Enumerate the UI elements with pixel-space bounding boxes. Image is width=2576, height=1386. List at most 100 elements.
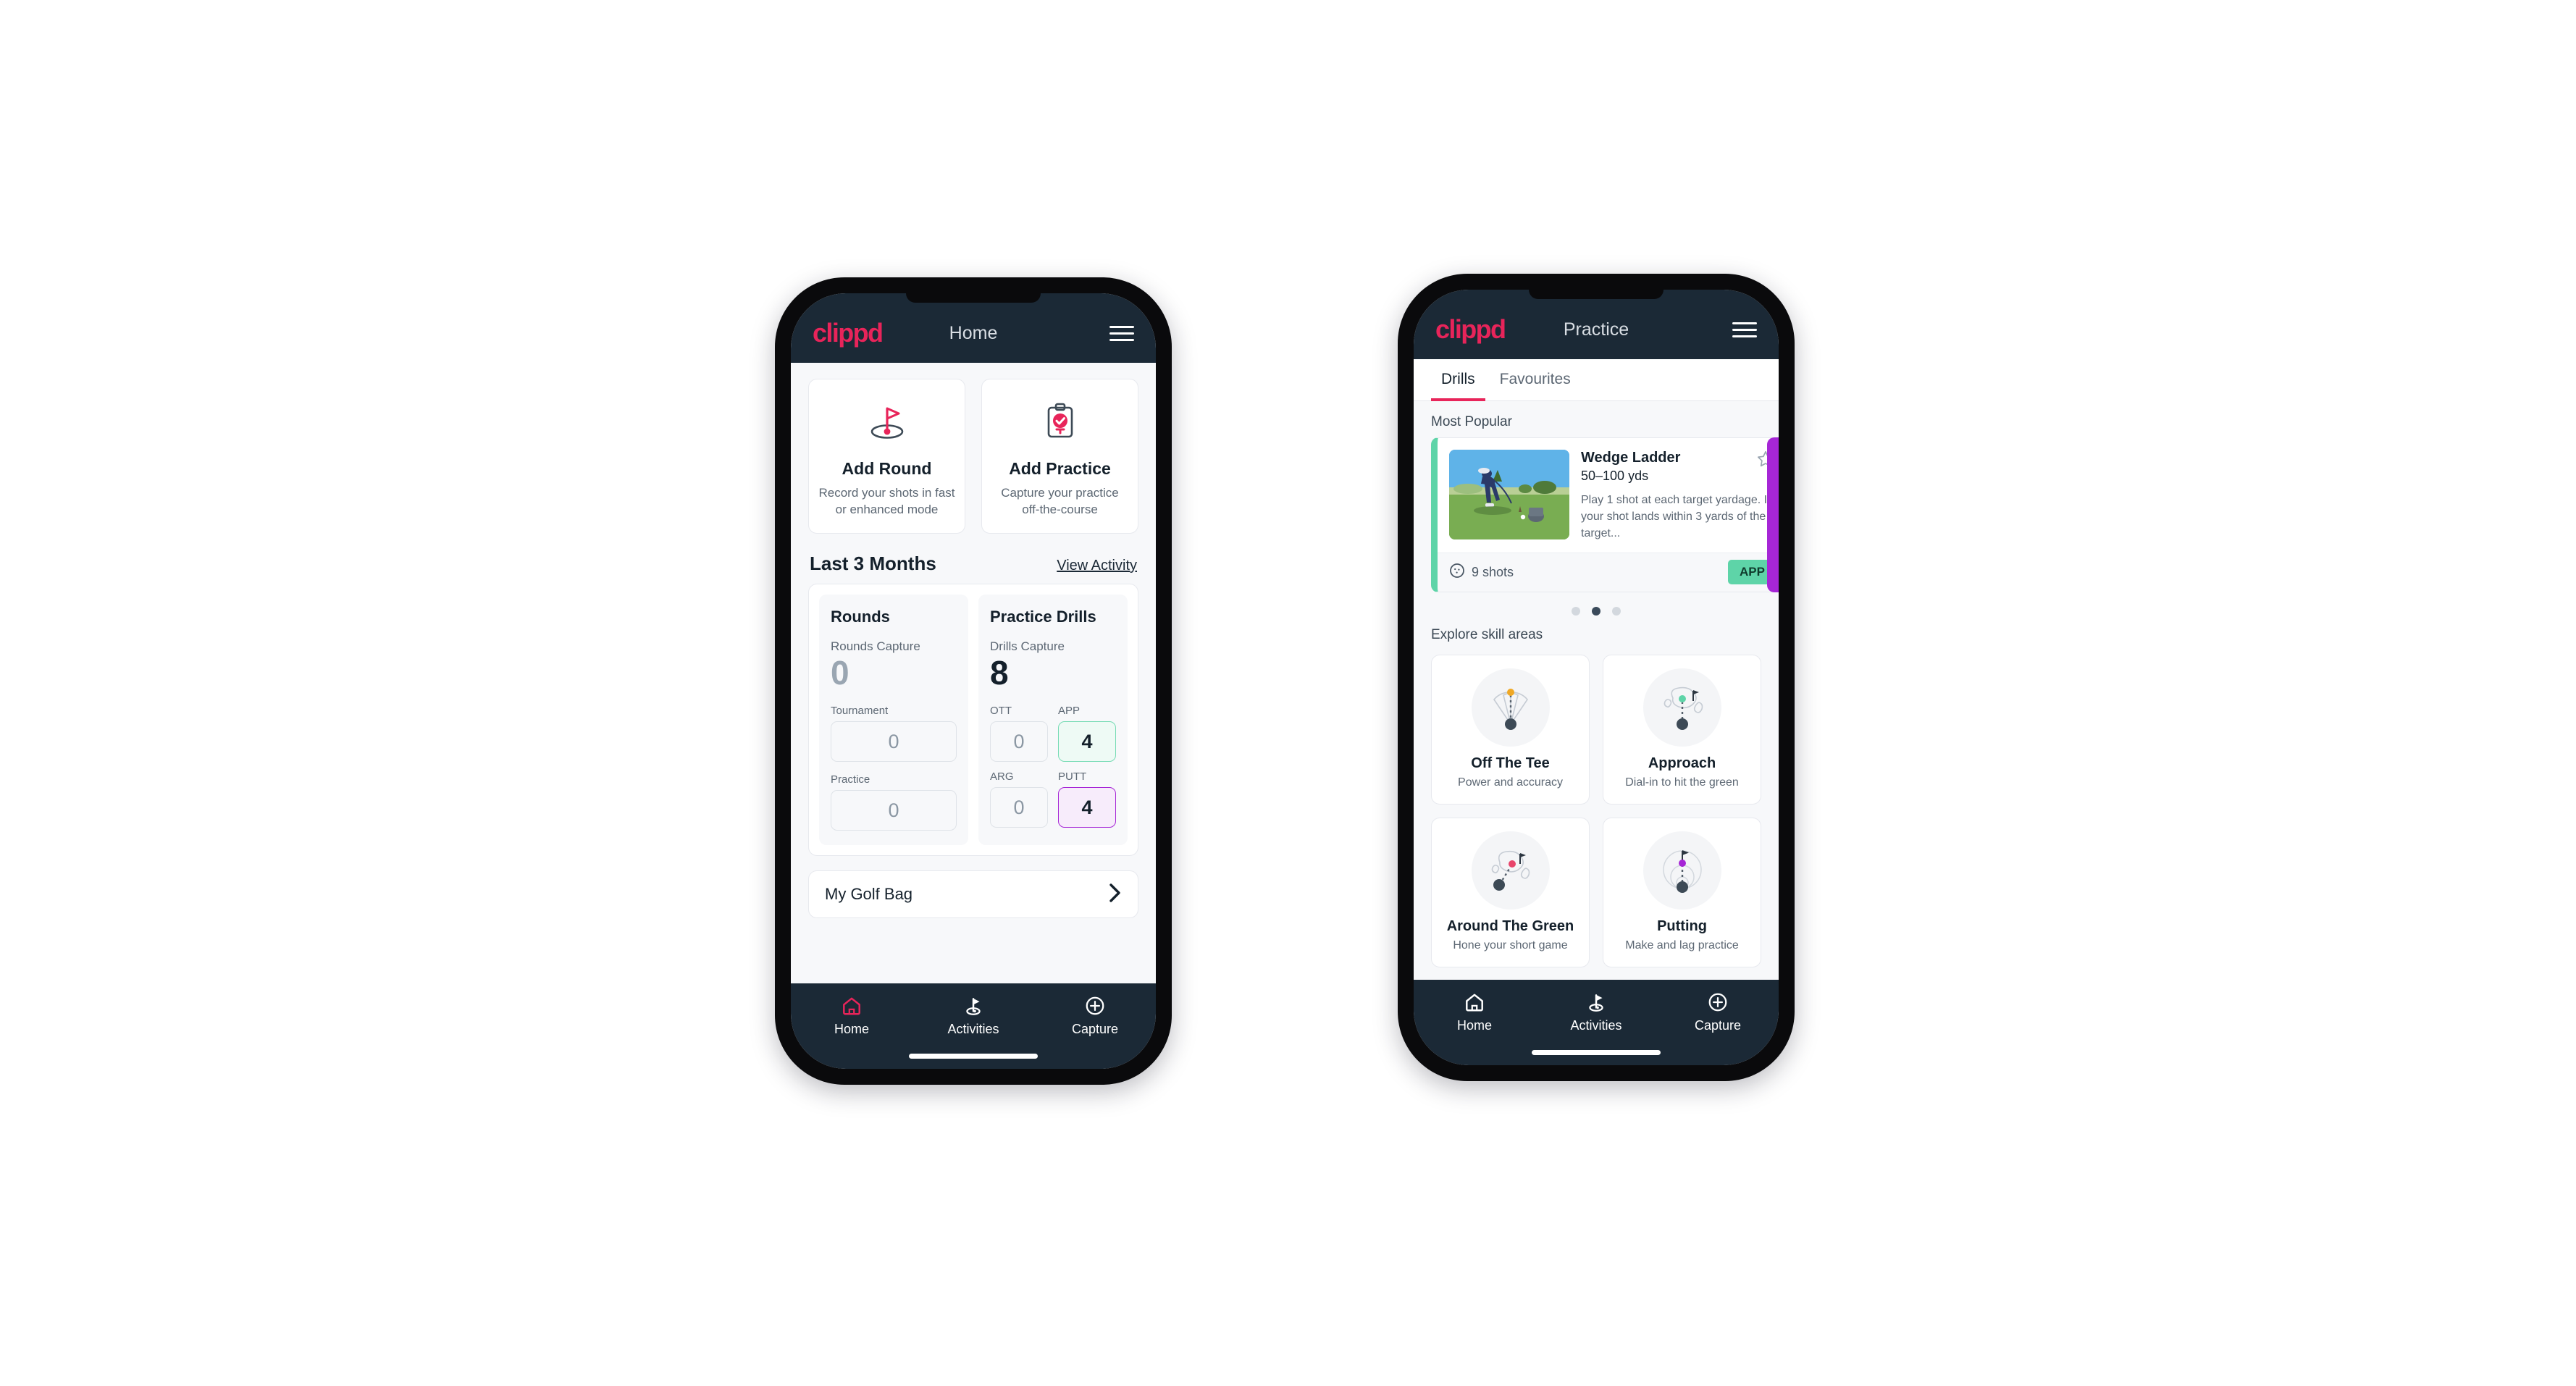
add-round-subtitle: Record your shots in fast or enhanced mo… xyxy=(818,486,955,516)
nav-home[interactable]: Home xyxy=(791,995,912,1037)
practice-label: Practice xyxy=(831,773,870,786)
screenshot-canvas: clippd Home Add Round Record your shots … xyxy=(0,0,2576,1386)
tab-drills[interactable]: Drills xyxy=(1431,359,1485,401)
practice-content: Most Popular Wedge Ladder 50–100 yds Pla… xyxy=(1414,401,1779,980)
skill-title: Around The Green xyxy=(1446,917,1574,934)
arg-stat: ARG 0 xyxy=(990,770,1048,828)
nav-activities[interactable]: Activities xyxy=(912,995,1034,1037)
plus-circle-icon xyxy=(1086,996,1104,1015)
practice-appbar: clippd Practice xyxy=(1414,290,1779,359)
view-activity-link[interactable]: View Activity xyxy=(1057,558,1137,574)
golf-flag-icon xyxy=(966,998,981,1015)
drill-info: Wedge Ladder 50–100 yds Play 1 shot at e… xyxy=(1581,450,1776,542)
add-practice-subtitle: Capture your practice off-the-course xyxy=(1001,486,1119,516)
golf-ball-icon xyxy=(1449,563,1465,582)
arg-label: ARG xyxy=(990,770,1014,784)
plus-circle-icon xyxy=(1708,993,1727,1012)
carousel-dot-2[interactable] xyxy=(1592,606,1600,616)
skill-areas-grid: Off The Tee Power and accuracy Approach … xyxy=(1414,650,1779,967)
my-golf-bag-row[interactable]: My Golf Bag xyxy=(808,870,1138,919)
clippd-logo[interactable]: clippd xyxy=(1435,316,1506,343)
nav-activities-label: Activities xyxy=(1570,1018,1622,1033)
hamburger-menu-icon[interactable] xyxy=(1732,322,1757,337)
app-label: APP xyxy=(1058,705,1081,718)
drill-card-body: Wedge Ladder 50–100 yds Play 1 shot at e… xyxy=(1438,438,1779,553)
carousel-dots xyxy=(1414,592,1779,620)
skill-card-putting[interactable]: Putting Make and lag practice xyxy=(1603,817,1761,967)
ott-value[interactable]: 0 xyxy=(990,721,1048,763)
skill-subtitle: Make and lag practice xyxy=(1625,938,1739,952)
explore-skill-areas-label: Explore skill areas xyxy=(1431,626,1543,642)
tournament-value[interactable]: 0 xyxy=(831,721,957,763)
skill-card-around-the-green[interactable]: Around The Green Hone your short game xyxy=(1431,817,1590,967)
tab-favourites[interactable]: Favourites xyxy=(1490,359,1581,401)
add-practice-card[interactable]: Add Practice Capture your practice off-t… xyxy=(981,379,1138,534)
app-value[interactable]: 4 xyxy=(1058,721,1116,763)
golf-flag-icon xyxy=(865,395,910,448)
ott-label: OTT xyxy=(990,705,1012,718)
home-icon xyxy=(1466,994,1483,1012)
phone-home: clippd Home Add Round Record your shots … xyxy=(775,277,1172,1085)
drill-shots-label: 9 shots xyxy=(1472,564,1514,579)
hamburger-menu-icon[interactable] xyxy=(1109,325,1134,341)
skill-subtitle: Hone your short game xyxy=(1453,938,1568,952)
clippd-logo[interactable]: clippd xyxy=(813,320,884,346)
nav-home[interactable]: Home xyxy=(1414,991,1535,1033)
carousel-dot-3[interactable] xyxy=(1612,606,1621,616)
ott-stat: OTT 0 xyxy=(990,705,1048,763)
add-round-title: Add Round xyxy=(842,459,932,478)
nav-capture-label: Capture xyxy=(1071,1022,1119,1036)
next-drill-card-peek[interactable] xyxy=(1767,437,1779,592)
home-indicator xyxy=(909,1054,1038,1059)
rounds-capture-value: 0 xyxy=(831,653,849,692)
drills-stat-column: Practice Drills Drills Capture 8 OTT 0 A… xyxy=(978,594,1128,846)
drills-capture-value: 8 xyxy=(990,653,1009,692)
nav-capture[interactable]: Capture xyxy=(1657,991,1779,1033)
skill-subtitle: Dial-in to hit the green xyxy=(1625,776,1739,789)
drills-capture-label: Drills Capture xyxy=(990,639,1065,653)
skill-card-approach[interactable]: Approach Dial-in to hit the green xyxy=(1603,654,1761,805)
practice-screen: clippd Practice Drills Favourites Most P… xyxy=(1414,290,1779,1065)
arg-value[interactable]: 0 xyxy=(990,787,1048,828)
add-practice-title: Add Practice xyxy=(1009,459,1111,478)
skill-subtitle: Power and accuracy xyxy=(1458,776,1563,789)
drill-description: Play 1 shot at each target yardage. If y… xyxy=(1581,494,1771,540)
quick-actions: Add Round Record your shots in fast or e… xyxy=(791,363,1156,534)
my-golf-bag-label: My Golf Bag xyxy=(825,885,913,904)
nav-capture[interactable]: Capture xyxy=(1034,995,1156,1037)
golfer-chipping-photo xyxy=(1449,450,1569,539)
home-bottom-nav: Home Activities Capture xyxy=(791,983,1156,1069)
phone-practice: clippd Practice Drills Favourites Most P… xyxy=(1398,274,1795,1081)
carousel-dot-1[interactable] xyxy=(1572,606,1580,616)
drills-heading: Practice Drills xyxy=(990,607,1096,626)
nav-home-label: Home xyxy=(834,1022,869,1036)
drill-yardage: 50–100 yds xyxy=(1581,469,1649,483)
skill-card-off-the-tee[interactable]: Off The Tee Power and accuracy xyxy=(1431,654,1590,805)
stats-card: Rounds Rounds Capture 0 Tournament 0 Pra… xyxy=(808,583,1138,857)
putt-value[interactable]: 4 xyxy=(1058,787,1116,828)
practice-tabs: Drills Favourites xyxy=(1414,359,1779,401)
tee-fan-icon xyxy=(1471,668,1550,747)
practice-value[interactable]: 0 xyxy=(831,790,957,831)
drill-carousel[interactable]: Wedge Ladder 50–100 yds Play 1 shot at e… xyxy=(1414,437,1779,592)
drill-name: Wedge Ladder xyxy=(1581,450,1681,466)
green-approach-icon xyxy=(1642,668,1721,747)
phone-notch xyxy=(1529,290,1664,299)
practice-stat: Practice 0 xyxy=(831,773,957,831)
last-3-months-section: Last 3 Months View Activity xyxy=(791,534,1156,584)
app-stat: APP 4 xyxy=(1058,705,1116,763)
nav-activities-label: Activities xyxy=(947,1022,999,1036)
nav-home-label: Home xyxy=(1456,1018,1492,1033)
home-icon xyxy=(843,997,860,1015)
tournament-label: Tournament xyxy=(831,705,889,718)
putting-rings-icon xyxy=(1642,831,1721,910)
add-round-card[interactable]: Add Round Record your shots in fast or e… xyxy=(808,379,965,534)
phone-notch xyxy=(906,293,1041,303)
nav-activities[interactable]: Activities xyxy=(1535,991,1657,1033)
nav-capture-label: Capture xyxy=(1694,1018,1742,1033)
home-content: Add Round Record your shots in fast or e… xyxy=(791,363,1156,983)
drill-shots: 9 shots xyxy=(1449,563,1514,582)
putt-label: PUTT xyxy=(1058,770,1087,784)
drill-card[interactable]: Wedge Ladder 50–100 yds Play 1 shot at e… xyxy=(1431,437,1779,592)
chip-green-icon xyxy=(1471,831,1550,910)
